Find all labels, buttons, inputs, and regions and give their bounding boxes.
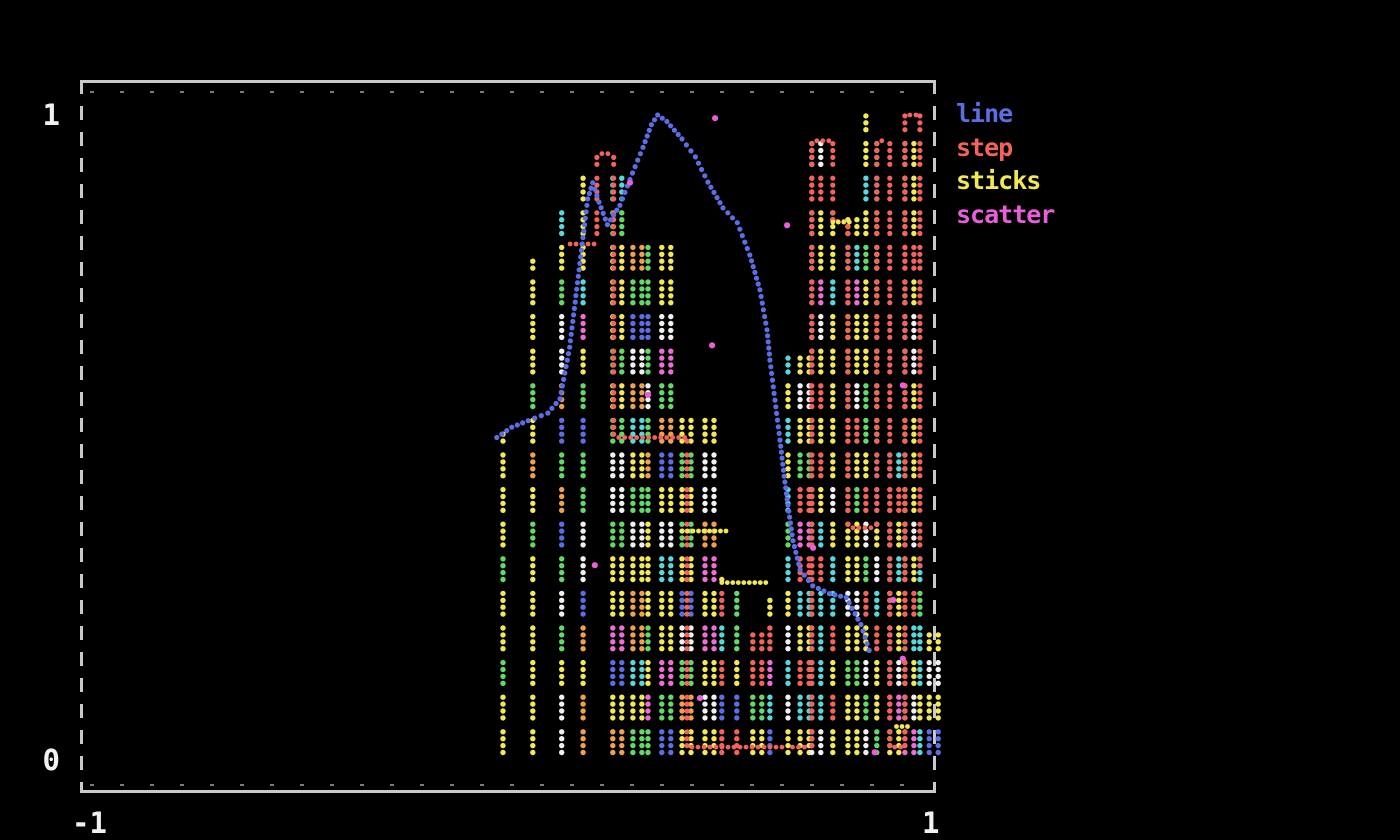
y-axis-tick-bottom: 0 bbox=[28, 745, 60, 775]
plot-frame bbox=[80, 80, 936, 793]
y-axis-tick-top: 1 bbox=[28, 100, 60, 130]
x-axis-tick-left: -1 bbox=[72, 808, 107, 838]
legend: linestepsticksscatter bbox=[956, 97, 1054, 231]
legend-item-scatter: scatter bbox=[956, 198, 1054, 232]
plot-dots bbox=[494, 112, 941, 755]
legend-item-sticks: sticks bbox=[956, 164, 1054, 198]
legend-item-step: step bbox=[956, 131, 1054, 165]
x-axis-tick-right: 1 bbox=[922, 808, 939, 838]
legend-item-line: line bbox=[956, 97, 1054, 131]
terminal-screen: 1 0 -1 1 linestepsticksscatter bbox=[0, 0, 1400, 840]
plot-canvas bbox=[0, 0, 1400, 840]
